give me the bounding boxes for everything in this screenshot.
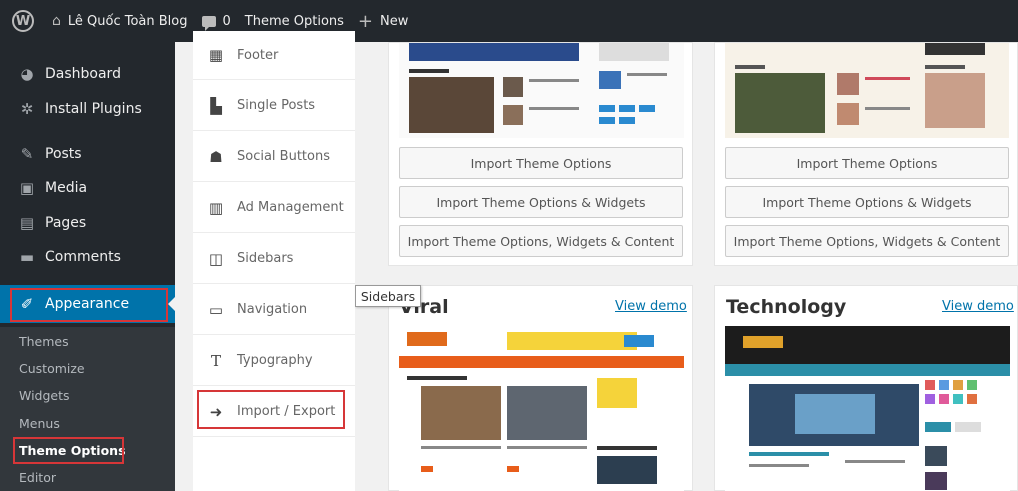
media-icon: ▣ — [19, 179, 35, 197]
import-options-widgets-content-button[interactable]: Import Theme Options, Widgets & Content — [725, 225, 1009, 257]
submenu-menus[interactable]: Menus — [19, 416, 60, 431]
option-ad-management[interactable]: ▥ Ad Management — [193, 183, 355, 233]
menu-label: Pages — [45, 215, 87, 231]
sidebars-tooltip: Sidebars — [355, 285, 421, 307]
menu-item-pages[interactable]: ▤ Pages — [0, 206, 175, 240]
menu-item-install-plugins[interactable]: ✲ Install Plugins — [0, 92, 175, 126]
current-arrow — [168, 297, 175, 311]
demo-card: Import Theme Options Import Theme Option… — [388, 42, 693, 266]
demo-preview-image[interactable] — [399, 326, 684, 491]
text-icon: T — [210, 351, 221, 370]
pin-icon: ✎ — [20, 145, 34, 163]
comments-count: 0 — [222, 13, 231, 29]
option-typography[interactable]: T Typography — [193, 336, 355, 386]
appearance-submenu: Themes Customize Widgets Menus Theme Opt… — [0, 327, 175, 491]
option-label: Single Posts — [237, 98, 316, 113]
option-social-buttons[interactable]: ☗ Social Buttons — [193, 132, 355, 182]
import-options-widgets-button[interactable]: Import Theme Options & Widgets — [725, 186, 1009, 218]
bar-chart-icon: ▥ — [208, 198, 224, 217]
option-label: Social Buttons — [237, 149, 330, 164]
option-label: Ad Management — [237, 200, 344, 215]
admin-bar: W ⌂ Lê Quốc Toàn Blog 0 Theme Options + … — [0, 0, 1018, 42]
menu-label: Media — [45, 180, 88, 196]
admin-menu: ◕ Dashboard ✲ Install Plugins ✎ Posts ▣ … — [0, 42, 175, 491]
import-options-widgets-button[interactable]: Import Theme Options & Widgets — [399, 186, 683, 218]
demo-title: Technology — [726, 296, 847, 318]
site-name: Lê Quốc Toàn Blog — [67, 13, 188, 29]
gear-icon: ✲ — [20, 100, 34, 118]
home-icon: ⌂ — [52, 13, 61, 29]
demo-card-technology: Technology View demo — [714, 285, 1018, 491]
document-icon: ▙ — [210, 96, 222, 115]
view-demo-link[interactable]: View demo — [942, 299, 1014, 314]
comments-link[interactable]: 0 — [201, 13, 231, 31]
option-navigation[interactable]: ▭ Navigation — [193, 285, 355, 335]
demo-preview-image[interactable] — [725, 43, 1009, 138]
option-sidebars[interactable]: ◫ Sidebars — [193, 234, 355, 284]
wordpress-logo-icon[interactable]: W — [12, 10, 34, 32]
dashboard-icon: ◕ — [20, 65, 34, 83]
demo-preview-image[interactable] — [399, 43, 684, 138]
submenu-themes[interactable]: Themes — [19, 334, 69, 349]
menu-item-media[interactable]: ▣ Media — [0, 171, 175, 205]
plus-icon: + — [357, 10, 374, 32]
pages-icon: ▤ — [19, 214, 35, 232]
import-options-button[interactable]: Import Theme Options — [725, 147, 1009, 179]
new-label: New — [380, 13, 409, 29]
site-name-link[interactable]: ⌂ Lê Quốc Toàn Blog — [52, 13, 188, 29]
import-options-widgets-content-button[interactable]: Import Theme Options, Widgets & Content — [399, 225, 683, 257]
appearance-highlight-frame — [10, 288, 168, 322]
submenu-widgets[interactable]: Widgets — [19, 388, 70, 403]
comment-bubble-icon — [201, 15, 216, 31]
menu-label: Posts — [45, 146, 82, 162]
option-label: Typography — [237, 353, 313, 368]
submenu-editor[interactable]: Editor — [19, 470, 56, 485]
comments-icon: ▬ — [19, 248, 35, 266]
demo-card: Import Theme Options Import Theme Option… — [714, 42, 1018, 266]
menu-item-dashboard[interactable]: ◕ Dashboard — [0, 57, 175, 91]
menu-item-comments[interactable]: ▬ Comments — [0, 240, 175, 274]
demo-preview-image[interactable] — [725, 326, 1010, 491]
menu-label: Install Plugins — [45, 101, 142, 117]
columns-icon: ◫ — [208, 249, 224, 268]
menu-label: Dashboard — [45, 66, 121, 82]
theme-options-highlight-frame — [13, 437, 124, 464]
option-single-posts[interactable]: ▙ Single Posts — [193, 81, 355, 131]
import-options-button[interactable]: Import Theme Options — [399, 147, 683, 179]
option-footer[interactable]: ▦ Footer — [193, 31, 355, 80]
theme-options-label: Theme Options — [244, 13, 344, 29]
menu-label: Comments — [45, 249, 121, 265]
options-panel-gutter — [175, 42, 193, 491]
import-export-highlight-frame — [197, 390, 345, 429]
theme-options-link[interactable]: Theme Options — [245, 14, 344, 29]
option-label: Navigation — [237, 302, 308, 317]
demo-card-viral: Viral View demo — [388, 285, 693, 491]
menu-item-posts[interactable]: ✎ Posts — [0, 137, 175, 171]
new-content-link[interactable]: + New — [358, 11, 408, 32]
submenu-customize[interactable]: Customize — [19, 361, 85, 376]
view-demo-link[interactable]: View demo — [615, 299, 687, 314]
users-icon: ☗ — [209, 147, 223, 166]
option-label: Footer — [237, 47, 279, 63]
table-icon: ▦ — [208, 46, 224, 64]
navigation-icon: ▭ — [208, 300, 224, 319]
option-label: Sidebars — [237, 251, 294, 266]
